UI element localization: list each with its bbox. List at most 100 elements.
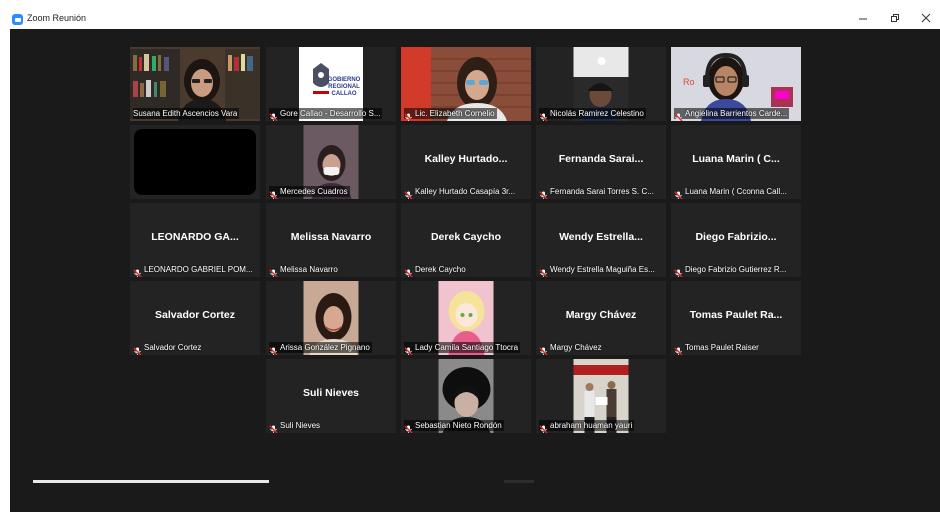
participant-display-name: Derek Caycho (430, 231, 502, 243)
participant-display-name: Melissa Navarro (290, 231, 372, 243)
svg-text:Ro: Ro (683, 77, 695, 87)
participant-name-text: Margy Chávez (550, 343, 602, 352)
gallery-view: Susana Edith Ascencios Vara GOBIERNO REGIO… (10, 29, 940, 512)
participant-display-name: Salvador Cortez (155, 309, 235, 321)
participant-tile[interactable]: Diego Fabrizio... Diego Fabrizio Gutierre… (671, 203, 801, 277)
participant-name-label: Kalley Hurtado Casapía 3r... (404, 186, 515, 199)
muted-mic-icon (133, 343, 142, 355)
muted-mic-icon (539, 421, 548, 433)
title-bar: Zoom Reunión (0, 0, 940, 29)
participant-name-label: Luana Marin ( Cconna Call... (674, 186, 787, 199)
participant-tile[interactable]: Margy Chávez Margy Chávez (536, 281, 666, 355)
participant-display-name: LEONARDO GA... (151, 231, 239, 243)
zoom-app-icon (12, 14, 23, 25)
participant-name-label: Gore Callao - Desarrollo S... (269, 108, 383, 121)
participant-name-text: Melissa Navarro (280, 265, 338, 274)
participant-name-label: Melissa Navarro (269, 264, 338, 277)
muted-mic-icon (404, 421, 413, 433)
bottom-handle[interactable] (504, 480, 534, 483)
participant-name-label: Diego Fabrizio Gutierrez R... (674, 264, 787, 277)
logo-text-line-1: GOBIERNO (328, 77, 361, 83)
participant-name-text: Luana Marin ( Cconna Call... (685, 187, 787, 196)
muted-mic-icon (539, 343, 548, 355)
participant-tile[interactable]: Salvador Cortez Salvador Cortez (130, 281, 260, 355)
muted-mic-icon (404, 265, 413, 277)
muted-mic-icon (539, 265, 548, 277)
minimize-icon[interactable] (852, 10, 874, 26)
muted-mic-icon (674, 109, 683, 121)
participant-display-name: Fernanda Sarai... (558, 153, 644, 165)
participant-tile[interactable]: GOBIERNO REGIONAL CALLAO Gore Callao - Desa… (266, 47, 396, 121)
participant-name-text: Derek Caycho (415, 265, 466, 274)
participant-tile[interactable]: Wendy Estrella... Wendy Estrella Maguiña … (536, 203, 666, 277)
participant-name-text: Tomas Paulet Raiser (685, 343, 759, 352)
participant-name-text: Lic. Elizabeth Cornelio (415, 109, 495, 118)
participant-display-name: Suli Nieves (302, 387, 360, 399)
participant-display-name: Margy Chávez (565, 309, 637, 321)
participant-tile[interactable]: Arissa González Pignano (266, 281, 396, 355)
muted-mic-icon (674, 265, 683, 277)
participant-name-text: Susana Edith Ascencios Vara (133, 109, 238, 118)
participant-name-label: Sebastian Nieto Rondón (404, 420, 504, 433)
close-icon[interactable] (915, 10, 937, 26)
participant-name-label: Angielina Barrientos Carde... (674, 108, 790, 121)
participant-display-name: Wendy Estrella... (559, 231, 643, 243)
participant-name-label: Arissa González Pignano (269, 342, 372, 355)
participant-tile[interactable]: Suli Nieves Suli Nieves (266, 359, 396, 433)
muted-mic-icon (133, 265, 142, 277)
participant-tile[interactable]: Lady Camila Santiago Ttocra (401, 281, 531, 355)
participant-display-name: Diego Fabrizio... (695, 231, 777, 243)
participant-tile[interactable] (130, 125, 260, 199)
participant-name-text: Fernanda Sarai Torres S. C... (550, 187, 654, 196)
participant-tile[interactable]: abraham huaman yauri (536, 359, 666, 433)
participant-name-label: Salvador Cortez (133, 342, 202, 355)
participant-name-text: Angielina Barrientos Carde... (685, 109, 788, 118)
participant-tile[interactable]: Sebastian Nieto Rondón (401, 359, 531, 433)
participant-display-name: Kalley Hurtado... (424, 153, 508, 165)
participant-tile[interactable]: Derek Caycho Derek Caycho (401, 203, 531, 277)
participant-name-label: Lic. Elizabeth Cornelio (404, 108, 497, 121)
participant-name-text: Arissa González Pignano (280, 343, 370, 352)
muted-mic-icon (269, 343, 278, 355)
participant-display-name: Tomas Paulet Ra... (689, 309, 783, 321)
participant-name-label: Suli Nieves (269, 420, 321, 433)
participant-video-off (134, 129, 256, 195)
participant-name-text: Gore Callao - Desarrollo S... (280, 109, 381, 118)
participant-tile[interactable]: Luana Marin ( C... Luana Marin ( Cconna C… (671, 125, 801, 199)
participant-tile[interactable]: Melissa Navarro Melissa Navarro (266, 203, 396, 277)
participant-name-text: Diego Fabrizio Gutierrez R... (685, 265, 787, 274)
participant-name-label: Nicolás Ramirez Celestino (539, 108, 646, 121)
participant-tile[interactable]: Kalley Hurtado... Kalley Hurtado Casapía … (401, 125, 531, 199)
participant-tile[interactable]: Fernanda Sarai... Fernanda Sarai Torres S… (536, 125, 666, 199)
participant-name-label: Wendy Estrella Maguiña Es... (539, 264, 655, 277)
muted-mic-icon (404, 109, 413, 121)
participant-tile[interactable]: Ro Angielina Barrientos Carde... (671, 47, 801, 121)
participant-tile[interactable]: Lic. Elizabeth Cornelio (401, 47, 531, 121)
participant-name-label: Margy Chávez (539, 342, 602, 355)
participant-name-text: Wendy Estrella Maguiña Es... (550, 265, 655, 274)
muted-mic-icon (269, 187, 278, 199)
muted-mic-icon (674, 187, 683, 199)
participant-name-text: Salvador Cortez (144, 343, 202, 352)
participant-name-text: Sebastian Nieto Rondón (415, 421, 502, 430)
bottom-scrollbar[interactable] (33, 480, 269, 483)
participant-name-label: Derek Caycho (404, 264, 466, 277)
muted-mic-icon (269, 109, 278, 121)
participant-name-label: Susana Edith Ascencios Vara (133, 108, 240, 119)
participant-tile[interactable]: LEONARDO GA... LEONARDO GABRIEL POM... (130, 203, 260, 277)
participant-tile[interactable]: Susana Edith Ascencios Vara (130, 47, 260, 121)
muted-mic-icon (674, 343, 683, 355)
muted-mic-icon (269, 421, 278, 433)
restore-icon[interactable] (884, 10, 906, 26)
zoom-window: Zoom Reunión Susana Edith Ascencios Vara… (0, 0, 940, 512)
participant-name-label: Tomas Paulet Raiser (674, 342, 759, 355)
muted-mic-icon (539, 187, 548, 199)
logo-text-line-3: CALLAO (332, 91, 357, 97)
participant-name-text: Suli Nieves (280, 421, 321, 430)
participant-tile[interactable]: Mercedes Cuadros (266, 125, 396, 199)
participant-name-text: Nicolás Ramirez Celestino (550, 109, 644, 118)
participant-tile[interactable]: Nicolás Ramirez Celestino (536, 47, 666, 121)
participant-name-label: Mercedes Cuadros (269, 186, 350, 199)
participant-tile[interactable]: Tomas Paulet Ra... Tomas Paulet Raiser (671, 281, 801, 355)
participant-name-label: abraham huaman yauri (539, 420, 635, 433)
